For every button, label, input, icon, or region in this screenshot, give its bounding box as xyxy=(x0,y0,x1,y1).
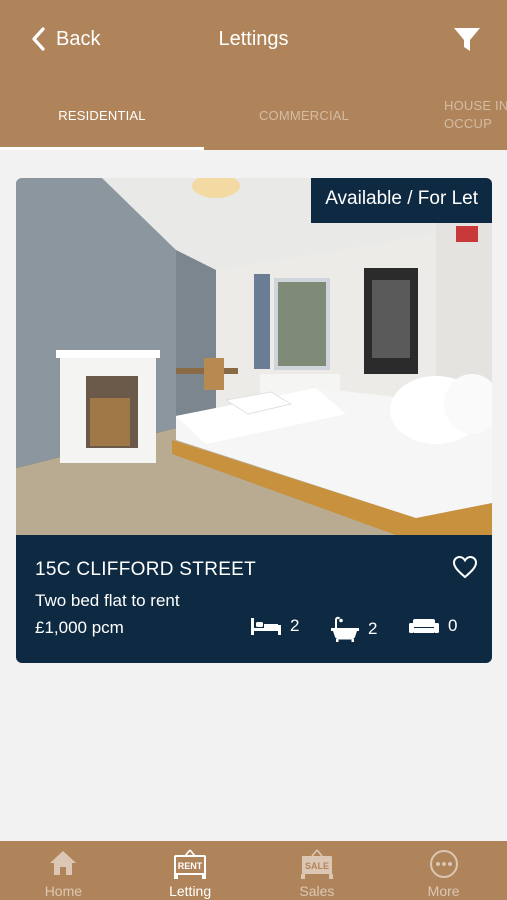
property-price: £1,000 pcm xyxy=(35,618,124,637)
nav-letting-label: Letting xyxy=(169,883,212,899)
svg-text:SALE: SALE xyxy=(305,861,329,871)
nav-sales-label: Sales xyxy=(299,883,335,899)
availability-badge: Available / For Let xyxy=(311,178,492,223)
nav-home-label: Home xyxy=(44,883,83,899)
home-icon xyxy=(50,851,77,875)
nav-more[interactable]: More xyxy=(380,841,507,900)
property-photo: Available / For Let xyxy=(16,178,492,535)
bedrooms-count: 2 xyxy=(250,616,299,636)
filter-button[interactable] xyxy=(453,26,481,59)
app-header: Back Lettings RESIDENTIAL COMMERCIAL HOU… xyxy=(0,0,507,150)
property-info: 15C CLIFFORD STREET Two bed flat to rent… xyxy=(16,535,492,663)
rent-sign-icon: RENT xyxy=(174,849,207,879)
property-address: 15C CLIFFORD STREET xyxy=(35,559,257,580)
bathrooms-count: 2 xyxy=(330,616,377,642)
bathrooms-value: 2 xyxy=(368,619,378,638)
heart-icon xyxy=(452,555,478,579)
page-title: Lettings xyxy=(218,28,289,50)
category-tabs: RESIDENTIAL COMMERCIAL HOUSE IN OCCUP xyxy=(0,90,507,150)
nav-sales[interactable]: SALE Sales xyxy=(254,841,381,900)
favourite-button[interactable] xyxy=(452,555,478,584)
property-description: Two bed flat to rent xyxy=(35,591,180,610)
nav-letting[interactable]: RENT Letting xyxy=(127,841,254,900)
more-icon xyxy=(429,850,458,878)
svg-text:RENT: RENT xyxy=(178,861,203,871)
bath-icon xyxy=(331,616,359,642)
bottom-navigation: Home RENT Letting SALE Sales More xyxy=(0,841,507,900)
receptions-count: 0 xyxy=(408,616,457,636)
bedrooms-value: 2 xyxy=(290,616,300,635)
active-tab-indicator xyxy=(0,147,204,150)
tab-commercial[interactable]: COMMERCIAL xyxy=(204,90,404,150)
nav-more-label: More xyxy=(427,883,460,899)
nav-home[interactable]: Home xyxy=(0,841,127,900)
receptions-value: 0 xyxy=(448,616,458,635)
sale-sign-icon: SALE xyxy=(300,849,333,879)
bed-icon xyxy=(251,618,281,635)
sofa-icon xyxy=(409,619,439,633)
property-card[interactable]: Available / For Let 15C CLIFFORD STREET … xyxy=(16,178,492,663)
tab-house-in-occupation[interactable]: HOUSE IN OCCUP xyxy=(404,90,507,150)
filter-icon xyxy=(454,28,480,51)
tab-residential[interactable]: RESIDENTIAL xyxy=(0,90,204,150)
